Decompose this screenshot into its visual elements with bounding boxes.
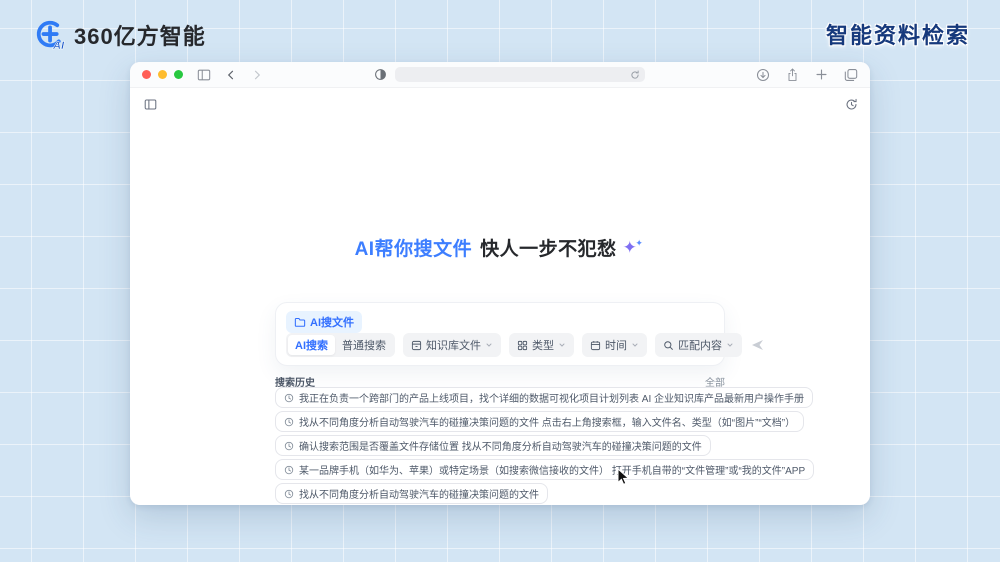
sparkle-icon: ✦✦ — [623, 238, 646, 257]
hero-title-rest: 快人一步不犯愁 — [480, 239, 617, 260]
reload-icon[interactable] — [630, 70, 640, 80]
clock-icon — [284, 441, 294, 451]
page-background: AI 360亿方智能 智能资料检索 — [0, 0, 1000, 562]
chevron-down-icon — [631, 341, 639, 349]
search-history-icon[interactable] — [845, 98, 858, 116]
chevron-down-icon — [485, 341, 493, 349]
ai-badge-label: AI搜文件 — [310, 314, 354, 330]
clock-icon — [284, 393, 294, 403]
tab-overview-icon[interactable] — [844, 68, 858, 82]
close-window-button[interactable] — [142, 70, 151, 79]
brand-logo-group: AI 360亿方智能 — [34, 18, 206, 52]
folder-file-icon — [294, 316, 306, 328]
clock-icon — [284, 465, 294, 475]
minimize-window-button[interactable] — [158, 70, 167, 79]
page-title: 智能资料检索 — [826, 18, 970, 50]
search-mode-toggle: AI搜索 普通搜索 — [286, 333, 395, 357]
zoom-window-button[interactable] — [174, 70, 183, 79]
send-button[interactable] — [750, 337, 766, 353]
tab-normal-search[interactable]: 普通搜索 — [335, 335, 393, 355]
history-list: 我正在负责一个跨部门的产品上线项目，找个详细的数据可视化项目计划列表 AI 企业… — [275, 387, 814, 504]
history-item[interactable]: 找从不同角度分析自动驾驶汽车的碰撞决策问题的文件 点击右上角搜索框，输入文件名、… — [275, 411, 804, 432]
filter-time[interactable]: 时间 — [582, 333, 647, 357]
filter-match-content[interactable]: 匹配内容 — [655, 333, 742, 357]
back-button[interactable] — [225, 69, 237, 81]
hero-title: AI帮你搜文件快人一步不犯愁 ✦✦ — [130, 234, 870, 261]
filter-type[interactable]: 类型 — [509, 333, 574, 357]
sidebar-toggle-icon[interactable] — [197, 68, 211, 82]
chevron-down-icon — [726, 341, 734, 349]
calendar-icon — [590, 340, 601, 351]
brand-ai-icon: AI — [34, 18, 68, 52]
app-sidebar-toggle-icon[interactable] — [144, 98, 157, 116]
new-tab-icon[interactable] — [815, 68, 828, 81]
mouse-cursor — [617, 468, 631, 486]
ai-search-files-badge[interactable]: AI搜文件 — [286, 311, 362, 333]
search-icon — [663, 340, 674, 351]
history-item[interactable]: 找从不同角度分析自动驾驶汽车的碰撞决策问题的文件 — [275, 483, 548, 504]
window-controls — [142, 70, 183, 79]
clock-icon — [284, 489, 294, 499]
web-page-content: AI帮你搜文件快人一步不犯愁 ✦✦ AI搜文件 AI搜索 普通搜索 — [130, 88, 870, 504]
hero-title-highlight: AI帮你搜文件 — [355, 239, 473, 260]
share-icon[interactable] — [786, 68, 799, 82]
clock-icon — [284, 417, 294, 427]
search-card: AI搜文件 AI搜索 普通搜索 知识库文件 — [275, 302, 725, 366]
history-item[interactable]: 我正在负责一个跨部门的产品上线项目，找个详细的数据可视化项目计划列表 AI 企业… — [275, 387, 813, 408]
knowledge-base-icon — [411, 340, 422, 351]
chevron-down-icon — [558, 341, 566, 349]
filter-knowledge-base[interactable]: 知识库文件 — [403, 333, 501, 357]
history-item[interactable]: 确认搜索范围是否覆盖文件存储位置 找从不同角度分析自动驾驶汽车的碰撞决策问题的文… — [275, 435, 711, 456]
privacy-shield-icon[interactable] — [374, 68, 387, 81]
tab-ai-search[interactable]: AI搜索 — [288, 335, 335, 355]
brand-badge-text: AI — [52, 40, 65, 52]
brand-text: 360亿方智能 — [74, 19, 206, 51]
forward-button[interactable] — [251, 69, 263, 81]
type-grid-icon — [517, 340, 528, 351]
send-arrow-icon — [750, 337, 766, 353]
address-bar[interactable] — [395, 67, 645, 82]
browser-window: AI帮你搜文件快人一步不犯愁 ✦✦ AI搜文件 AI搜索 普通搜索 — [130, 62, 870, 505]
history-item[interactable]: 某一品牌手机（如华为、苹果）或特定场景（如搜索微信接收的文件） 打开手机自带的“… — [275, 459, 814, 480]
browser-toolbar — [130, 62, 870, 88]
downloads-icon[interactable] — [756, 68, 770, 82]
